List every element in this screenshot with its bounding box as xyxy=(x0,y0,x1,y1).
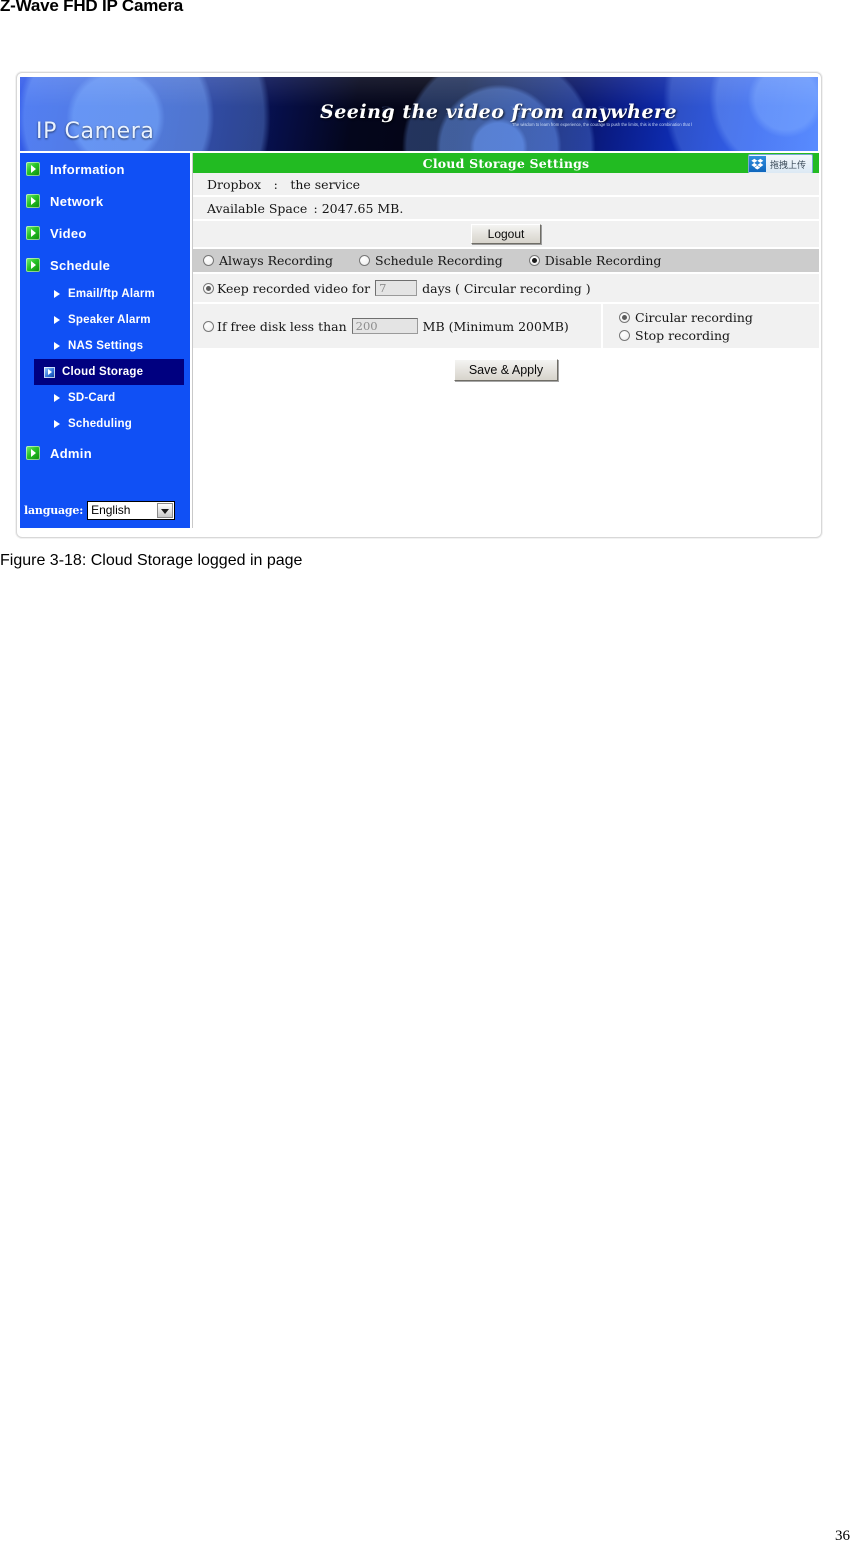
triangle-bullet-icon xyxy=(54,394,60,402)
radio-button-indicator xyxy=(203,255,214,266)
logout-button[interactable]: Logout xyxy=(470,224,542,244)
banner-tagline: Seeing the video from anywhere xyxy=(320,101,678,123)
radio-circular-recording[interactable]: Circular recording xyxy=(619,310,819,325)
radio-button-indicator xyxy=(359,255,370,266)
radio-button-indicator xyxy=(619,329,630,341)
radio-button-indicator xyxy=(619,311,630,323)
radio-free-disk-less-than[interactable] xyxy=(203,320,214,332)
sidebar-subitem-label: NAS Settings xyxy=(68,340,144,352)
page-body: Information Network Video Schedule Email… xyxy=(20,153,819,531)
sidebar-navigation: Information Network Video Schedule Email… xyxy=(20,153,190,528)
sidebar-item-network[interactable]: Network xyxy=(20,185,190,217)
green-arrow-icon xyxy=(26,258,40,272)
sidebar-subitem-sd-card[interactable]: SD-Card xyxy=(34,385,184,411)
triangle-bullet-icon xyxy=(54,420,60,428)
triangle-bullet-icon xyxy=(44,366,55,378)
language-select-wrapper: English xyxy=(87,501,176,520)
radio-button-indicator xyxy=(528,255,540,266)
radio-stop-recording[interactable]: Stop recording xyxy=(619,328,819,343)
app-banner: Seeing the video from anywhere Seeing th… xyxy=(20,77,818,151)
free-disk-mb-input[interactable] xyxy=(351,318,418,334)
dropbox-service-label: Dropbox : the service xyxy=(207,176,361,192)
keep-video-text-before: Keep recorded video for xyxy=(217,280,371,296)
keep-video-row: Keep recorded video for days ( Circular … xyxy=(193,274,819,304)
available-space-label: Available Space : 2047.65 MB. xyxy=(207,200,404,216)
sidebar-subitem-label: Email/ftp Alarm xyxy=(68,288,155,300)
language-select[interactable]: English xyxy=(87,501,176,520)
free-disk-left-group: If free disk less than MB (Minimum 200MB… xyxy=(203,318,601,334)
dropbox-upload-badge[interactable]: 拖拽上传 xyxy=(747,154,813,174)
keep-days-input[interactable] xyxy=(375,280,418,296)
sidebar-item-label: Video xyxy=(50,225,87,241)
sidebar-subitem-scheduling[interactable]: Scheduling xyxy=(34,411,184,437)
banner-logo-text: IP Camera xyxy=(36,119,155,144)
sidebar-item-label: Information xyxy=(50,161,125,177)
sidebar-subitem-nas-settings[interactable]: NAS Settings xyxy=(34,333,184,359)
content-empty-area xyxy=(193,390,819,502)
page-number: 36 xyxy=(835,1528,850,1544)
sidebar-subitem-speaker-alarm[interactable]: Speaker Alarm xyxy=(34,307,184,333)
language-label: language: xyxy=(24,504,84,517)
available-space-row: Available Space : 2047.65 MB. xyxy=(193,197,819,221)
dropbox-badge-label: 拖拽上传 xyxy=(769,160,806,171)
banner-small-text: The wisdom to learn from experience, the… xyxy=(512,122,692,127)
sidebar-item-schedule[interactable]: Schedule xyxy=(20,249,190,281)
recording-mode-row: Always Recording Schedule Recording Disa… xyxy=(193,249,819,274)
radio-label: Stop recording xyxy=(635,327,731,343)
radio-schedule-recording[interactable]: Schedule Recording xyxy=(359,253,503,268)
sidebar-item-label: Schedule xyxy=(50,257,111,273)
sidebar-item-information[interactable]: Information xyxy=(20,153,190,185)
free-disk-text-before: If free disk less than xyxy=(217,318,347,334)
green-arrow-icon xyxy=(26,194,40,208)
green-arrow-icon xyxy=(26,446,40,460)
dropbox-service-row: Dropbox : the service xyxy=(193,173,819,197)
free-disk-suboptions: Circular recording Stop recording xyxy=(601,303,819,349)
sidebar-subitem-label: SD-Card xyxy=(68,392,116,404)
dropbox-icon xyxy=(748,156,766,172)
language-selector-row: language: English xyxy=(24,501,176,520)
radio-keep-recorded-video[interactable] xyxy=(203,282,214,294)
apply-row: Save & Apply xyxy=(193,350,819,390)
sidebar-subitem-email-ftp-alarm[interactable]: Email/ftp Alarm xyxy=(34,281,184,307)
figure-caption: Figure 3-18: Cloud Storage logged in pag… xyxy=(0,552,303,569)
sidebar-item-video[interactable]: Video xyxy=(20,217,190,249)
sidebar-subitem-label: Cloud Storage xyxy=(62,366,144,378)
triangle-bullet-icon xyxy=(54,316,60,324)
sidebar-subitem-label: Scheduling xyxy=(68,418,132,430)
panel-title: Cloud Storage Settings xyxy=(422,155,590,171)
panel-header: Cloud Storage Settings 拖拽上传 xyxy=(193,153,819,174)
free-disk-text-after: MB (Minimum 200MB) xyxy=(422,318,569,334)
save-and-apply-button[interactable]: Save & Apply xyxy=(453,359,559,381)
main-content-panel: Cloud Storage Settings 拖拽上传 Dropbox: th… xyxy=(192,153,819,528)
triangle-bullet-icon xyxy=(54,342,60,350)
green-arrow-icon xyxy=(26,162,40,176)
radio-label: Schedule Recording xyxy=(375,253,503,268)
sidebar-subitem-cloud-storage[interactable]: Cloud Storage xyxy=(34,359,184,385)
logout-row: Logout xyxy=(193,221,819,249)
radio-label: Circular recording xyxy=(635,309,753,325)
sidebar-item-label: Network xyxy=(50,193,104,209)
sidebar-item-label: Admin xyxy=(50,445,92,461)
radio-label: Disable Recording xyxy=(544,253,662,268)
sidebar-item-admin[interactable]: Admin xyxy=(20,437,190,469)
green-arrow-icon xyxy=(26,226,40,240)
triangle-bullet-icon xyxy=(54,290,60,298)
document-header-title: Z-Wave FHD IP Camera xyxy=(0,0,184,15)
keep-video-text-after: days ( Circular recording ) xyxy=(422,280,591,296)
radio-label: Always Recording xyxy=(219,253,333,268)
screenshot-frame: Seeing the video from anywhere Seeing th… xyxy=(16,72,822,538)
radio-disable-recording[interactable]: Disable Recording xyxy=(528,253,662,268)
radio-always-recording[interactable]: Always Recording xyxy=(203,253,333,268)
free-disk-row: If free disk less than MB (Minimum 200MB… xyxy=(193,303,819,350)
sidebar-subitem-label: Speaker Alarm xyxy=(68,314,151,326)
